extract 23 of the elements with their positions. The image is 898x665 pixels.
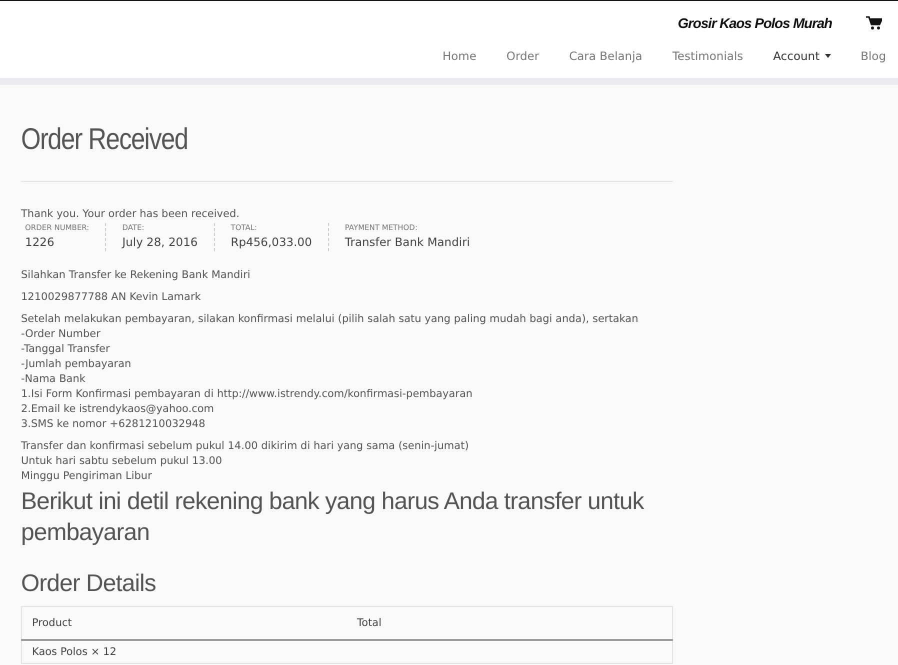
nav-link[interactable]: Testimonials: [672, 49, 744, 63]
column-header: Product: [22, 606, 347, 640]
overview-value: Rp456,033.00: [230, 235, 312, 249]
nav-dropdown[interactable]: Account: [773, 49, 831, 63]
section-heading: Order Details: [21, 570, 157, 598]
paragraph: 1210029877788 AN Kevin Lamark: [21, 290, 202, 305]
nav-link[interactable]: Blog: [860, 49, 886, 63]
nav-link[interactable]: Order: [506, 49, 540, 63]
overview-value: 1226: [25, 235, 56, 249]
cart-icon[interactable]: [866, 16, 882, 30]
table-cell: Kaos Polos × 12: [22, 640, 347, 664]
site-title[interactable]: Grosir Kaos Polos Murah: [678, 15, 832, 31]
paragraph: Setelah melakukan pembayaran, silakan konfirmasi melalui (pilih salah satu yang paling mudah bagi anda), sertakan -Order Number -Tanggal Transfer -Jumlah pembayaran -Nama Bank 1.Isi Form Konfirmasi pembayaran di http://www.istrendy.com/konfirmasi-pembayaran 2.Email ke istrendykaos@yahoo.com 3.SMS ke nomor +6281210032948: [21, 312, 640, 432]
section-heading: Berikut ini detil rekening bank yang harus Anda transfer untuk pembayaran: [21, 487, 646, 548]
paragraph: Silahkan Transfer ke Rekening Bank Mandiri: [21, 268, 252, 283]
column-header: Total: [347, 606, 672, 640]
overview-value: Transfer Bank Mandiri: [344, 235, 470, 249]
nav-link[interactable]: Cara Belanja: [569, 49, 642, 63]
page-title: Order Received: [21, 123, 189, 157]
notice-text: Thank you. Your order has been received.: [21, 208, 240, 220]
paragraph: Transfer dan konfirmasi sebelum pukul 14.00 dikirim di hari yang sama (senin-jumat) Untuk hari sabtu sebelum pukul 13.00 Minggu Pengiriman Libur: [21, 439, 470, 484]
nav-link[interactable]: Home: [442, 49, 476, 63]
overview-value: July 28, 2016: [122, 235, 198, 249]
